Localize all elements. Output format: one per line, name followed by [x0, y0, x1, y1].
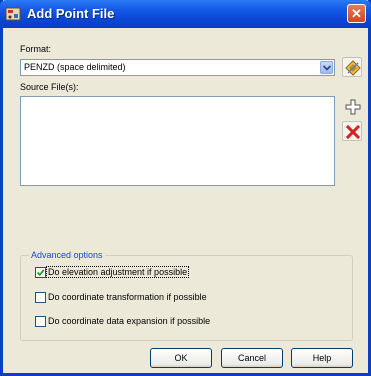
- title-bar[interactable]: Add Point File ✕: [0, 0, 371, 28]
- help-button[interactable]: Help: [291, 348, 353, 368]
- source-files-list[interactable]: [20, 96, 335, 186]
- add-point-file-dialog: Add Point File ✕ Format: PENZD (space de…: [0, 0, 371, 376]
- advanced-options-title: Advanced options: [29, 250, 105, 260]
- elevation-adjustment-checkbox[interactable]: [35, 267, 46, 278]
- close-button[interactable]: ✕: [347, 4, 366, 23]
- window-title: Add Point File: [27, 6, 115, 21]
- format-selected-value: PENZD (space delimited): [24, 62, 126, 72]
- coordinate-transformation-checkbox[interactable]: [35, 292, 46, 303]
- point-file-icon: [5, 7, 22, 21]
- cancel-button[interactable]: Cancel: [221, 348, 283, 368]
- source-files-label: Source File(s):: [20, 82, 79, 92]
- coordinate-expansion-label[interactable]: Do coordinate data expansion if possible: [48, 316, 210, 326]
- format-dropdown[interactable]: PENZD (space delimited): [20, 59, 335, 76]
- coordinate-transformation-label[interactable]: Do coordinate transformation if possible: [48, 292, 207, 302]
- add-source-file-button[interactable]: [342, 96, 362, 116]
- coordinate-expansion-checkbox[interactable]: [35, 316, 46, 327]
- format-edit-button[interactable]: [342, 57, 362, 77]
- remove-source-file-button[interactable]: [342, 121, 362, 141]
- elevation-adjustment-label[interactable]: Do elevation adjustment if possible: [45, 266, 190, 278]
- ok-button[interactable]: OK: [150, 348, 212, 368]
- chevron-down-icon[interactable]: [320, 61, 333, 74]
- format-label: Format:: [20, 44, 52, 54]
